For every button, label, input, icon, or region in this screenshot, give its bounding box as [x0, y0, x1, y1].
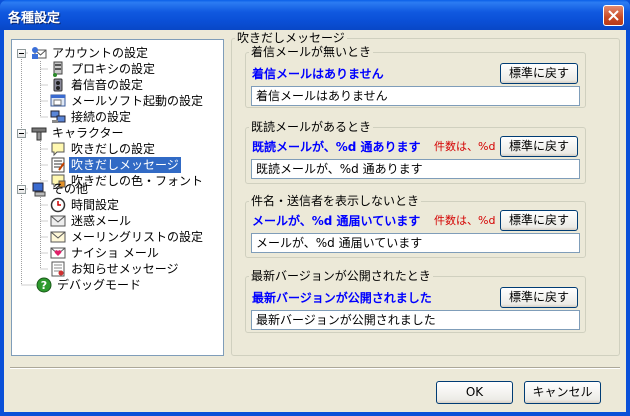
separator: [10, 367, 620, 369]
preview-text: 着信メールはありません: [252, 67, 384, 81]
mail-account-icon: [32, 47, 47, 59]
speaker-icon: [53, 78, 63, 92]
svg-text:?: ?: [41, 279, 47, 292]
collapse-misc-toggle[interactable]: [17, 185, 26, 194]
close-icon: [608, 10, 619, 21]
tree-label: 吹きだしメッセージ: [68, 156, 182, 174]
notice-icon: [51, 261, 65, 277]
tree-label: 迷惑メール: [71, 214, 132, 228]
message-input[interactable]: メールが、%d 通届いています: [251, 233, 580, 253]
title-bar[interactable]: 各種設定: [0, 0, 630, 30]
tree-label: 接続の設定: [71, 110, 132, 124]
network-icon: [50, 110, 66, 123]
tree-label: アカウントの設定: [52, 46, 149, 60]
collapse-character-toggle[interactable]: [17, 129, 26, 138]
group-label: 件名・送信者を表示しないとき: [249, 194, 422, 208]
message-input[interactable]: 着信メールはありません: [251, 86, 580, 106]
preview-text: 既読メールが、%d 通あります: [252, 140, 421, 154]
help-icon: ?: [36, 277, 52, 293]
preview-text: メールが、%d 通届いています: [252, 214, 421, 228]
misc-computer-icon: [32, 182, 46, 197]
proxy-server-icon: [53, 61, 63, 77]
tree-label: メールソフト起動の設定: [71, 94, 204, 108]
collapse-account-toggle[interactable]: [17, 49, 26, 58]
reset-button[interactable]: 標準に戻す: [500, 210, 578, 231]
tree-label: 吹きだしの設定: [71, 142, 156, 156]
group-label: 最新バージョンが公開されたとき: [249, 269, 433, 283]
count-hint: 件数は、%d: [434, 214, 496, 227]
count-hint: 件数は、%d: [434, 140, 496, 153]
group-label: 既読メールがあるとき: [249, 120, 374, 134]
tree-label: キャラクター: [52, 126, 124, 140]
reset-button[interactable]: 標準に戻す: [500, 287, 578, 308]
character-icon: [31, 127, 47, 141]
message-input[interactable]: 既読メールが、%d 通あります: [251, 159, 580, 179]
tree-label: ナイショ メール: [71, 246, 159, 260]
balloon-message-icon: [51, 157, 65, 173]
group-label: 着信メールが無いとき: [249, 45, 374, 59]
tree-label: その他: [52, 182, 89, 196]
reset-button[interactable]: 標準に戻す: [500, 136, 578, 157]
preview-text: 最新バージョンが公開されました: [252, 291, 432, 305]
reset-button[interactable]: 標準に戻す: [500, 63, 578, 84]
clock-icon: [50, 197, 66, 213]
message-input[interactable]: 最新バージョンが公開されました: [251, 310, 580, 330]
mailing-list-icon: [50, 231, 66, 243]
tree-label: お知らせメッセージ: [71, 262, 179, 276]
ok-button[interactable]: OK: [436, 381, 513, 404]
tree-label: プロキシの設定: [71, 62, 156, 76]
mail-launch-icon: [50, 94, 66, 107]
panel-title: 吹きだしメッセージ: [235, 31, 347, 45]
settings-tree[interactable]: アカウントの設定 プロキシの設定 着信音の設定 メールソフト起動の設定 接続の設…: [11, 39, 224, 356]
balloon-icon: [51, 142, 65, 157]
tree-label: 時間設定: [71, 198, 120, 212]
dialog-body: アカウントの設定 プロキシの設定 着信音の設定 メールソフト起動の設定 接続の設…: [4, 30, 626, 412]
settings-window: 各種設定 アカウントの設定 プロキシの設定 着信音の設定 メールソフト起動の設定…: [0, 0, 630, 416]
window-title: 各種設定: [8, 11, 61, 26]
cancel-button[interactable]: キャンセル: [524, 381, 601, 404]
secret-mail-icon: [50, 247, 66, 259]
tree-label: メーリングリストの設定: [71, 230, 204, 244]
spam-mail-icon: [50, 215, 66, 227]
tree-label: デバッグモード: [57, 278, 142, 292]
close-button[interactable]: [603, 5, 624, 26]
tree-label: 着信音の設定: [71, 78, 144, 92]
